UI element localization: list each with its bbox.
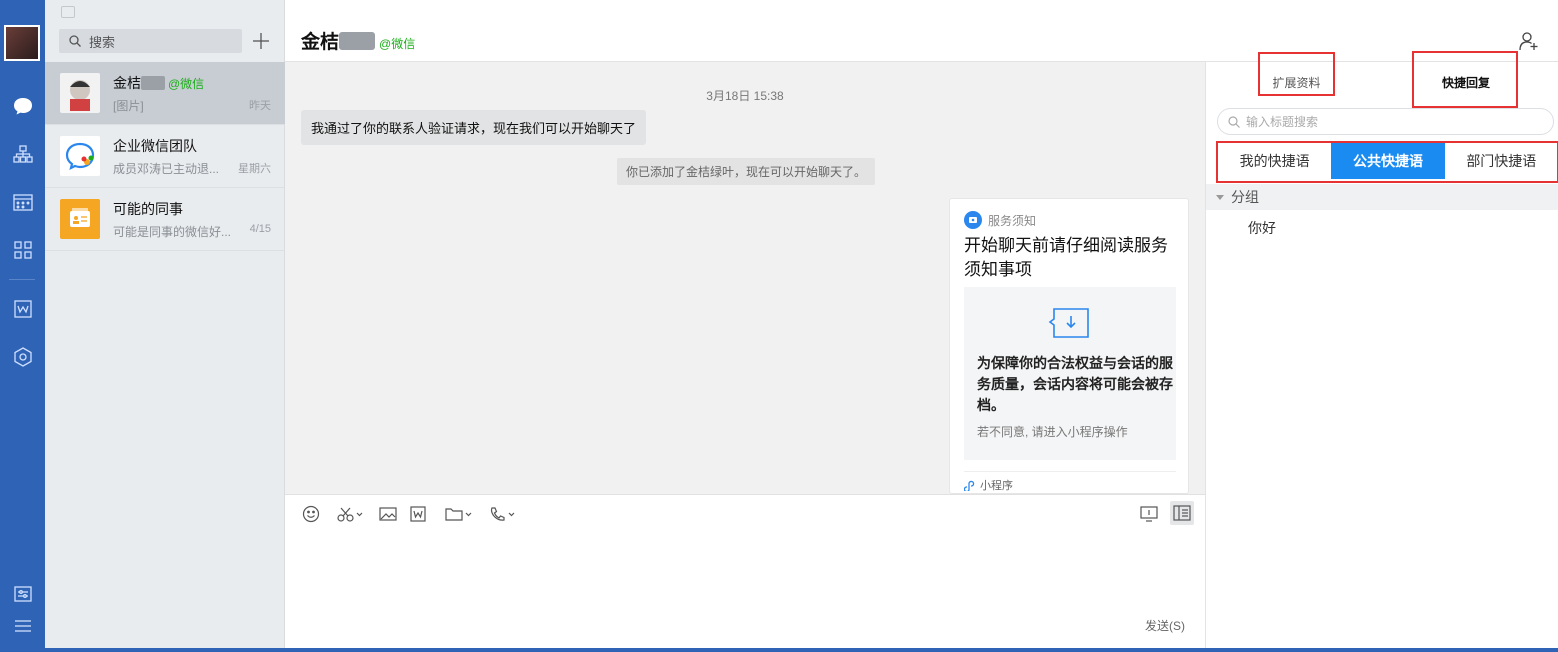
archive-download-icon xyxy=(1048,307,1092,342)
emoji-icon[interactable] xyxy=(302,504,320,524)
quick-reply-search-input[interactable]: 输入标题搜索 xyxy=(1217,108,1554,135)
avatar xyxy=(60,73,100,113)
search-input[interactable]: 搜索 xyxy=(59,29,242,53)
my-avatar[interactable] xyxy=(4,25,40,61)
drive-icon[interactable] xyxy=(0,343,45,371)
chat-area: 金桔 @微信 3月18日 15:38 我通过了你的联系人验证请求，现在我们可以开始… xyxy=(285,0,1558,652)
card-hint: 若不同意, 请进入小程序操作 xyxy=(977,425,1128,439)
search-placeholder: 输入标题搜索 xyxy=(1246,115,1319,129)
contact-card-icon xyxy=(60,199,100,239)
conv-tag: @微信 xyxy=(168,77,205,91)
conv-preview: 成员邓涛已主动退... xyxy=(113,162,220,176)
settings-icon[interactable] xyxy=(0,580,45,608)
message-timestamp: 3月18日 15:38 xyxy=(706,89,784,103)
docs-icon[interactable] xyxy=(0,295,45,323)
chat-title-tag: @微信 xyxy=(379,37,416,51)
search-placeholder: 搜索 xyxy=(89,34,116,50)
phrase-item[interactable]: 你好 xyxy=(1248,218,1276,238)
annotation-box xyxy=(1412,51,1518,108)
screen-share-icon[interactable] xyxy=(1140,504,1158,524)
add-button[interactable] xyxy=(250,29,272,53)
conv-preview: 可能是同事的微信好... xyxy=(113,225,232,239)
contacts-icon[interactable] xyxy=(0,140,45,168)
folder-icon[interactable] xyxy=(445,504,475,524)
wecom-team-icon xyxy=(60,136,100,176)
annotation-box xyxy=(1216,141,1558,183)
plus-icon xyxy=(253,33,269,49)
conversation-list: 搜索 金桔 @微信 [图片] 昨天 企业微信团队 成员邓涛已主动退... 星期六 … xyxy=(45,0,285,652)
send-button[interactable]: 发送(S) xyxy=(1145,617,1185,634)
card-footer: 小程序 xyxy=(980,480,1013,492)
bottom-border xyxy=(0,648,1558,652)
conv-preview: [图片] xyxy=(113,99,144,113)
compose-area[interactable]: 发送(S) xyxy=(285,494,1205,652)
page-title: 金桔 @微信 xyxy=(301,27,415,54)
chat-header: 金桔 @微信 xyxy=(285,0,1558,62)
conv-time: 4/15 xyxy=(249,223,271,235)
annotation-box xyxy=(1258,52,1335,96)
screenshot-icon[interactable] xyxy=(336,504,364,524)
quick-reply-panel: 扩展资料 快捷回复 输入标题搜索 我的快捷语 公共快捷语 部门快捷语 分组 你好 xyxy=(1205,51,1558,652)
group-header[interactable]: 分组 xyxy=(1206,184,1558,210)
app-badge-icon xyxy=(61,6,75,18)
group-label: 分组 xyxy=(1231,189,1259,205)
conv-name: 金桔 xyxy=(113,75,141,91)
image-icon[interactable] xyxy=(379,504,397,524)
system-note: 你已添加了金桔绿叶，现在可以开始聊天了。 xyxy=(617,158,876,185)
incoming-message[interactable]: 我通过了你的联系人验证请求，现在我们可以开始聊天了 xyxy=(301,110,647,145)
workbench-icon[interactable] xyxy=(0,236,45,264)
card-body: 为保障你的合法权益与会话的服务质量，会话内容将可能会被存档。 xyxy=(977,355,1173,413)
document-icon[interactable] xyxy=(410,504,426,524)
calendar-icon[interactable] xyxy=(0,188,45,216)
conv-name: 可能的同事 xyxy=(113,201,183,217)
sidebar-toggle-icon[interactable] xyxy=(1170,501,1194,525)
service-notice-icon xyxy=(964,211,982,229)
search-icon xyxy=(69,35,81,47)
conv-name: 企业微信团队 xyxy=(113,138,197,154)
add-member-icon[interactable] xyxy=(1519,31,1539,54)
left-navbar xyxy=(0,0,45,652)
card-source: 服务须知 xyxy=(988,213,1037,228)
list-item[interactable]: 企业微信团队 成员邓涛已主动退... 星期六 xyxy=(45,125,285,188)
phone-icon[interactable] xyxy=(489,504,517,524)
list-item[interactable]: 可能的同事 可能是同事的微信好... 4/15 xyxy=(45,188,285,251)
menu-icon[interactable] xyxy=(0,612,45,640)
conv-time: 星期六 xyxy=(238,163,271,175)
chat-title-name: 金桔 xyxy=(301,32,340,53)
conv-time: 昨天 xyxy=(249,100,271,112)
mini-program-icon xyxy=(964,480,975,491)
list-item[interactable]: 金桔 @微信 [图片] 昨天 xyxy=(45,62,285,125)
messages-icon[interactable] xyxy=(0,92,45,120)
card-title: 开始聊天前请仔细阅读服务须知事项 xyxy=(964,236,1168,279)
collapse-triangle-icon xyxy=(1216,194,1224,200)
search-icon xyxy=(1228,115,1240,128)
mini-program-card[interactable]: 服务须知 开始聊天前请仔细阅读服务须知事项 为保障你的合法权益与会话的服务质量，… xyxy=(949,198,1189,494)
